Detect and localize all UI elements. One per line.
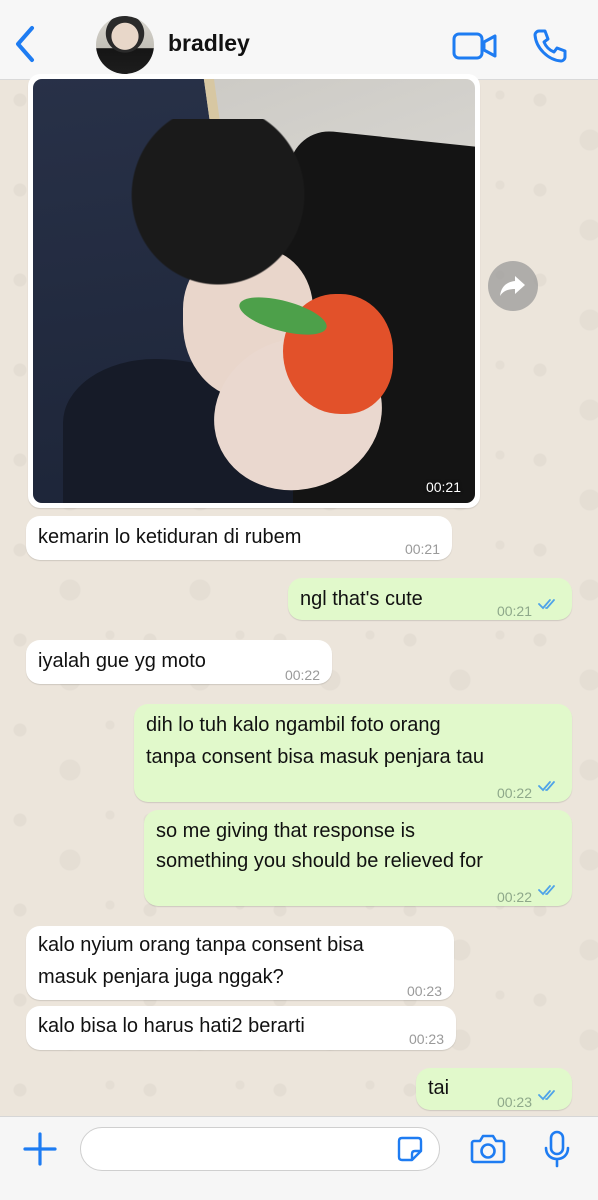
message-text-line: something you should be relieved for — [156, 850, 483, 872]
message-incoming[interactable]: kalo nyium orang tanpa consent bisa masu… — [26, 926, 454, 1000]
plus-icon — [23, 1132, 57, 1166]
message-text: ngl that's cute — [300, 588, 423, 610]
message-time: 00:22 — [496, 889, 532, 905]
chevron-left-icon — [16, 26, 34, 62]
sticker-icon — [397, 1136, 423, 1162]
message-text: kemarin lo ketiduran di rubem — [38, 526, 302, 548]
video-call-button[interactable] — [452, 28, 498, 64]
phone-icon — [533, 29, 567, 63]
message-outgoing[interactable]: dih lo tuh kalo ngambil foto orang tanpa… — [134, 704, 572, 802]
contact-name[interactable]: bradley — [168, 30, 250, 57]
photo-hair — [128, 119, 328, 309]
message-time: 00:23 — [406, 983, 442, 999]
message-text-line: kalo nyium orang tanpa consent bisa — [38, 934, 364, 956]
message-incoming[interactable]: kalo bisa lo harus hati2 berarti 00:23 — [26, 1006, 456, 1050]
sticker-button[interactable] — [396, 1135, 424, 1163]
read-receipt-icon — [538, 599, 555, 610]
message-time: 00:23 — [496, 1094, 532, 1110]
message-outgoing[interactable]: ngl that's cute 00:21 — [288, 578, 572, 620]
message-time: 00:23 — [408, 1031, 444, 1047]
camera-icon — [470, 1134, 506, 1164]
forward-icon — [500, 276, 525, 296]
video-call-icon — [452, 32, 497, 60]
photo[interactable]: 00:21 — [33, 79, 475, 503]
voice-call-button[interactable] — [530, 26, 570, 66]
read-receipt-icon — [538, 1090, 555, 1101]
attach-button[interactable] — [20, 1129, 60, 1169]
read-receipt-icon — [538, 885, 555, 896]
message-input[interactable] — [80, 1127, 440, 1171]
message-incoming[interactable]: iyalah gue yg moto 00:22 — [26, 640, 332, 684]
image-message[interactable]: 00:21 — [28, 74, 480, 508]
forward-button[interactable] — [488, 261, 538, 311]
message-outgoing[interactable]: tai 00:23 — [416, 1068, 572, 1110]
message-text: iyalah gue yg moto — [38, 650, 206, 672]
composer-bar — [0, 1116, 598, 1200]
chat-header: bradley — [0, 0, 598, 80]
message-text-line: masuk penjara juga nggak? — [38, 966, 284, 988]
microphone-button[interactable] — [542, 1129, 572, 1169]
message-text-line: tanpa consent bisa masuk penjara tau — [146, 746, 484, 768]
back-button[interactable] — [8, 22, 44, 66]
contact-avatar[interactable] — [96, 16, 154, 74]
message-time: 00:22 — [284, 667, 320, 683]
message-time: 00:21 — [425, 479, 461, 495]
message-outgoing[interactable]: so me giving that response is something … — [144, 810, 572, 906]
message-time: 00:22 — [496, 785, 532, 801]
message-text: kalo bisa lo harus hati2 berarti — [38, 1015, 305, 1037]
message-text: tai — [428, 1077, 450, 1099]
read-receipt-icon — [538, 781, 555, 792]
message-text-line: so me giving that response is — [156, 820, 416, 842]
camera-button[interactable] — [470, 1133, 506, 1165]
message-text-line: dih lo tuh kalo ngambil foto orang — [146, 714, 441, 736]
microphone-icon — [544, 1130, 570, 1168]
message-time: 00:21 — [404, 541, 440, 557]
message-incoming[interactable]: kemarin lo ketiduran di rubem 00:21 — [26, 516, 452, 560]
message-time: 00:21 — [496, 603, 532, 619]
